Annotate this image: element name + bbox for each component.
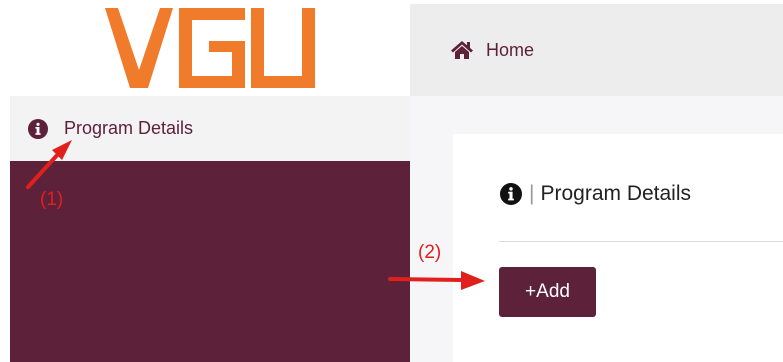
annotation-label-2: (2) bbox=[418, 242, 442, 263]
annotation-arrows bbox=[26, 140, 485, 290]
arrow-1 bbox=[26, 140, 72, 189]
arrow-2 bbox=[388, 271, 485, 290]
annotation-label-1: (1) bbox=[40, 189, 64, 210]
